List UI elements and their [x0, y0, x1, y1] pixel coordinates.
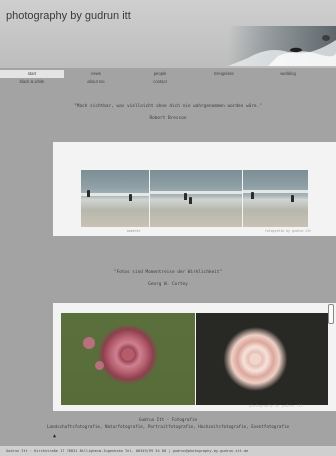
- main-nav: start news people Ereignisse wedding bla…: [0, 70, 336, 90]
- photo-caption-left: momente: [127, 229, 141, 233]
- scrollbar-thumb[interactable]: [328, 304, 334, 324]
- rose-photo-pink[interactable]: [196, 313, 328, 405]
- beach-photo-right[interactable]: [243, 170, 308, 227]
- nav-item-start[interactable]: start: [0, 70, 64, 78]
- nav-item-news[interactable]: news: [64, 70, 128, 78]
- header-wave-photo: [228, 26, 336, 66]
- quote-text-2: "Fotos sind Momentreise der Wirklichkeit…: [113, 270, 223, 275]
- beach-photo-left[interactable]: [81, 170, 149, 227]
- beach-photo-center[interactable]: [150, 170, 242, 227]
- mouse-cursor-icon: ▲: [53, 433, 57, 439]
- nav-item-contact[interactable]: contact: [128, 78, 192, 86]
- footer-contact-text: Gudrun Itt · Kirchstraße 17 76831 Billig…: [6, 449, 249, 453]
- beach-photo-panel: momente fotografie by gudrun itt: [53, 142, 336, 236]
- rose-photo-red[interactable]: [61, 313, 195, 405]
- nav-item-wedding[interactable]: wedding: [256, 70, 320, 78]
- footer-title: Gudrun Itt - Fotografie: [139, 417, 197, 422]
- photo-watermark: photography by gudrun itt: [249, 404, 304, 408]
- nav-item-ereignisse[interactable]: Ereignisse: [192, 70, 256, 78]
- nav-item-people[interactable]: people: [128, 70, 192, 78]
- site-header: photography by gudrun itt: [0, 0, 336, 68]
- photo-caption-right: fotografie by gudrun itt: [265, 229, 312, 233]
- footer-keywords: Landschaftsfotografie, Naturfotografie, …: [46, 424, 290, 429]
- nav-item-black-white[interactable]: black & white: [0, 78, 64, 86]
- nav-item-about-me[interactable]: about me: [64, 78, 128, 86]
- quote-author-2: Georg W. Cortey: [148, 282, 188, 287]
- rose-photo-panel: photography by gudrun itt: [53, 303, 336, 411]
- quote-author-1: Robert Bresson: [149, 116, 187, 121]
- quote-text-1: "Mach sichtbar, was vielleicht ohne dich…: [74, 104, 262, 109]
- site-title[interactable]: photography by gudrun itt: [6, 10, 131, 22]
- footer-bar: Gudrun Itt · Kirchstraße 17 76831 Billig…: [0, 446, 336, 456]
